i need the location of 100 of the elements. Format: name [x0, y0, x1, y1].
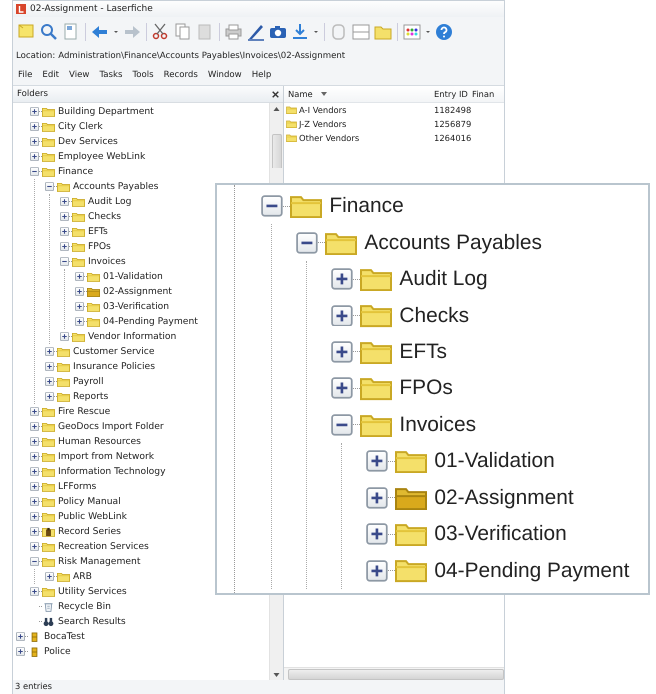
folder-label[interactable]: Dev Services: [58, 136, 118, 147]
folder-label[interactable]: 04-Pending Payment: [103, 316, 198, 327]
close-icon[interactable]: [272, 90, 279, 98]
expand-toggle[interactable]: [60, 212, 69, 221]
expand-toggle[interactable]: [366, 560, 388, 582]
folder-label[interactable]: Utility Services: [58, 586, 127, 597]
collapse-toggle[interactable]: [331, 414, 353, 436]
menu-item[interactable]: View: [68, 70, 90, 80]
expand-toggle[interactable]: [30, 587, 39, 596]
split-view-icon[interactable]: [351, 22, 371, 42]
expand-toggle[interactable]: [45, 377, 54, 386]
expand-toggle[interactable]: [45, 347, 54, 356]
expand-toggle[interactable]: [30, 482, 39, 491]
folder-label[interactable]: Recycle Bin: [58, 601, 111, 612]
collapse-toggle[interactable]: [30, 167, 39, 176]
folder-label[interactable]: Checks: [88, 211, 122, 222]
folder-label[interactable]: Employee WebLink: [58, 151, 146, 162]
pen-icon[interactable]: [246, 22, 266, 42]
grid-icon[interactable]: [402, 22, 422, 42]
folder-label[interactable]: EFTs: [88, 226, 108, 237]
expand-toggle[interactable]: [331, 268, 353, 290]
expand-toggle[interactable]: [75, 302, 84, 311]
column-header[interactable]: Entry ID: [434, 89, 472, 99]
folder-label[interactable]: Finance: [329, 194, 404, 218]
menu-item[interactable]: Tasks: [98, 70, 124, 80]
folder-label[interactable]: Reports: [73, 391, 108, 402]
folder-label[interactable]: ARB: [73, 571, 92, 582]
expand-toggle[interactable]: [30, 512, 39, 521]
expand-toggle[interactable]: [30, 422, 39, 431]
folder-label[interactable]: FPOs: [399, 376, 453, 400]
folder-label[interactable]: 04-Pending Payment: [434, 558, 630, 583]
expand-toggle[interactable]: [30, 437, 39, 446]
menu-item[interactable]: Help: [250, 70, 272, 80]
folder-label[interactable]: Fire Rescue: [58, 406, 110, 417]
search-icon[interactable]: [39, 22, 59, 42]
folder-label[interactable]: Policy Manual: [58, 496, 121, 507]
menu-item[interactable]: Tools: [131, 70, 155, 80]
expand-toggle[interactable]: [30, 107, 39, 116]
folder-label[interactable]: Search Results: [58, 616, 126, 627]
collapse-toggle[interactable]: [60, 257, 69, 266]
folder-label[interactable]: Finance: [58, 166, 94, 177]
column-header[interactable]: Name: [288, 89, 313, 99]
menu-item[interactable]: File: [17, 70, 34, 80]
folder-label[interactable]: Information Technology: [58, 466, 166, 477]
folder-label[interactable]: Recreation Services: [58, 541, 149, 552]
download-icon[interactable]: [290, 22, 310, 42]
file-name[interactable]: J-Z Vendors: [299, 119, 346, 129]
folder-label[interactable]: 02-Assignment: [434, 486, 574, 510]
expand-toggle[interactable]: [60, 332, 69, 341]
folder-label[interactable]: BocaTest: [44, 631, 85, 642]
folder-label[interactable]: Police: [44, 646, 71, 657]
scroll-down-arrow-icon[interactable]: [273, 673, 280, 677]
expand-toggle[interactable]: [45, 362, 54, 371]
expand-toggle[interactable]: [75, 317, 84, 326]
folder-label[interactable]: GeoDocs Import Folder: [58, 421, 164, 432]
expand-toggle[interactable]: [45, 572, 54, 581]
expand-toggle[interactable]: [16, 632, 25, 641]
menu-item[interactable]: Window: [206, 70, 243, 80]
folder-label[interactable]: Audit Log: [88, 196, 132, 207]
expand-toggle[interactable]: [30, 407, 39, 416]
folder-label[interactable]: 01-Validation: [434, 449, 555, 474]
folder-label[interactable]: Accounts Payables: [73, 181, 158, 192]
folder-label[interactable]: Invoices: [399, 412, 476, 437]
expand-toggle[interactable]: [30, 152, 39, 161]
folder-label[interactable]: Accounts Payables: [364, 230, 542, 255]
expand-toggle[interactable]: [30, 542, 39, 551]
expand-toggle[interactable]: [331, 341, 353, 363]
folder-label[interactable]: Customer Service: [73, 346, 155, 357]
scrollbar-thumb[interactable]: [272, 134, 282, 168]
expand-toggle[interactable]: [30, 527, 39, 536]
expand-toggle[interactable]: [331, 377, 353, 400]
file-name[interactable]: Other Vendors: [299, 133, 360, 143]
folder-label[interactable]: Human Resources: [58, 436, 141, 447]
scroll-up-arrow-icon[interactable]: [273, 107, 280, 111]
folder-label[interactable]: 03-Verification: [103, 301, 170, 312]
folder-label[interactable]: Vendor Information: [88, 331, 176, 342]
expand-toggle[interactable]: [30, 452, 39, 461]
expand-toggle[interactable]: [30, 137, 39, 146]
folder-label[interactable]: City Clerk: [58, 121, 103, 132]
printer-icon[interactable]: [224, 22, 244, 42]
folder-label[interactable]: FPOs: [88, 241, 111, 252]
folder-label[interactable]: Import from Network: [58, 451, 154, 462]
folder-label[interactable]: 01-Validation: [103, 271, 163, 282]
folder-label[interactable]: Checks: [399, 304, 470, 328]
column-header[interactable]: Finan: [472, 89, 494, 99]
expand-toggle[interactable]: [60, 227, 69, 236]
help-icon[interactable]: [434, 22, 454, 42]
collapse-toggle[interactable]: [30, 557, 39, 566]
collapse-toggle[interactable]: [261, 195, 283, 218]
expand-toggle[interactable]: [60, 197, 69, 206]
expand-toggle[interactable]: [45, 392, 54, 401]
folder-label[interactable]: Public WebLink: [58, 511, 127, 522]
folder-label[interactable]: 02-Assignment: [103, 286, 172, 297]
expand-toggle[interactable]: [75, 287, 84, 296]
horizontal-scrollbar[interactable]: [284, 667, 504, 680]
expand-toggle[interactable]: [30, 467, 39, 476]
expand-toggle[interactable]: [366, 523, 388, 546]
expand-toggle[interactable]: [16, 647, 25, 656]
collapse-toggle[interactable]: [45, 182, 54, 191]
folder-label[interactable]: Invoices: [88, 256, 126, 267]
